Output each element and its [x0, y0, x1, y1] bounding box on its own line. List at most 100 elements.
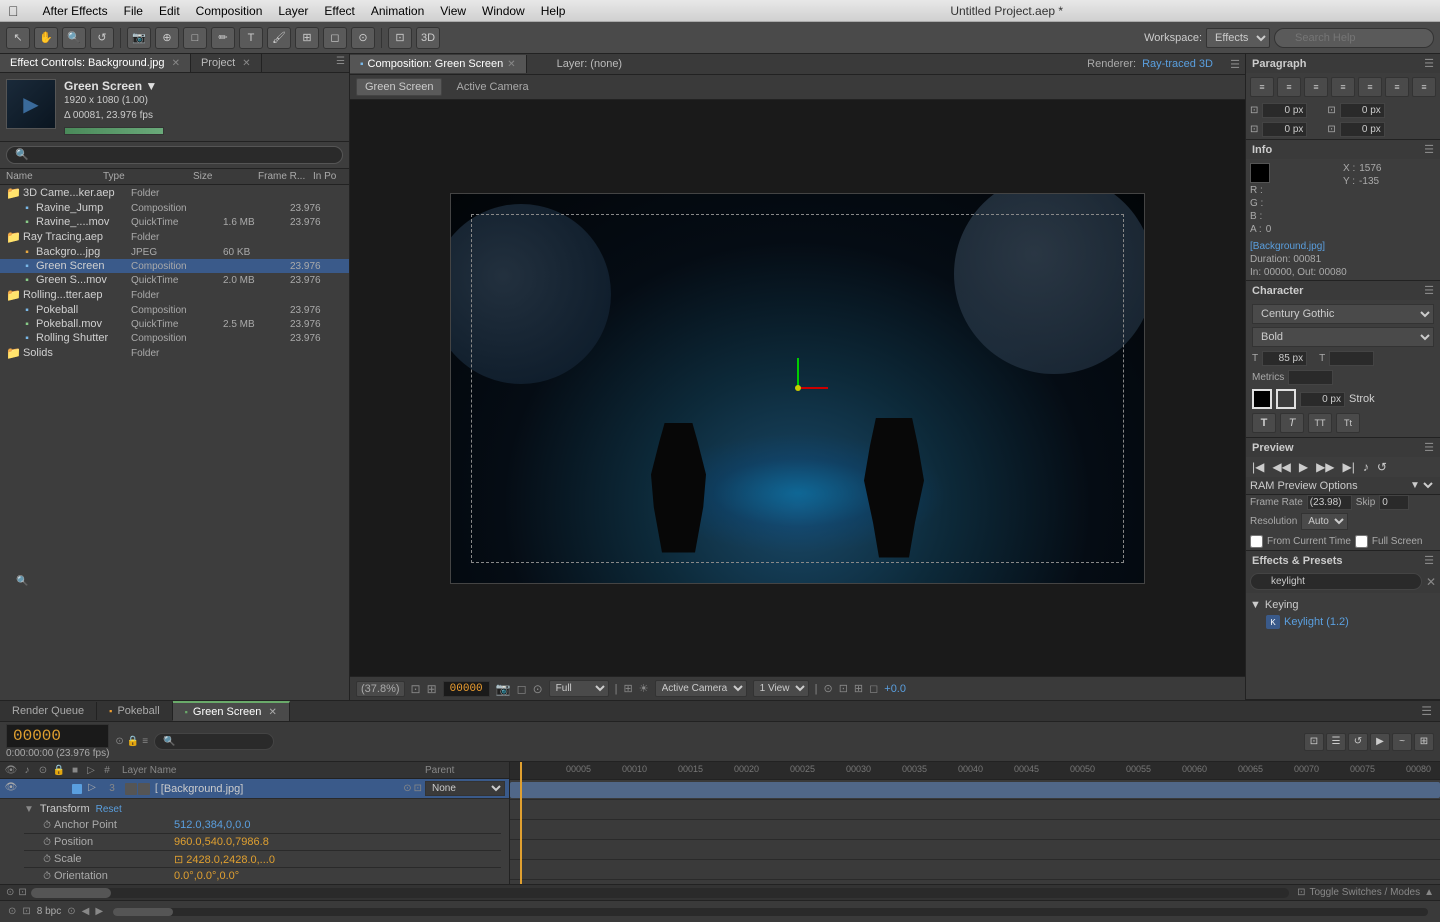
toolbar-pen-tool[interactable]: ✏: [211, 27, 235, 49]
toolbar-snapping-toggle[interactable]: ⊡: [388, 27, 412, 49]
tl-btn-flow[interactable]: ⊞: [1414, 733, 1434, 751]
tl-search-input[interactable]: [154, 733, 274, 750]
tl-icon-color[interactable]: ■: [68, 763, 82, 777]
effect-group-header[interactable]: ▼ Keying: [1250, 597, 1436, 613]
comp-tab-greenscreen[interactable]: ▪ Composition: Green Screen ✕: [350, 55, 527, 73]
layer-tab[interactable]: Layer: (none): [547, 55, 632, 73]
channels-icon[interactable]: ⊞: [624, 682, 633, 695]
indent-left-input[interactable]: [1262, 103, 1307, 118]
toolbar-3d-toggle[interactable]: 3D: [416, 27, 440, 49]
tl-ctrl-lock[interactable]: 🔒: [127, 736, 139, 747]
italic-btn[interactable]: T: [1280, 413, 1304, 433]
comp-panel-menu[interactable]: ☰: [1225, 54, 1245, 74]
file-item[interactable]: ▪ Ravine_Jump Composition 23.976: [0, 201, 349, 215]
tl-btn-draft[interactable]: ☰: [1326, 733, 1346, 751]
layer-icon-2[interactable]: ⊡: [414, 783, 422, 794]
tl-tab-pokeball[interactable]: ▪ Pokeball: [97, 702, 172, 720]
prop-value-scale[interactable]: ⊡ 2428.0,2428.0,...0: [174, 853, 275, 866]
skip-input[interactable]: [1379, 495, 1409, 510]
tl-icon-label[interactable]: ▷: [84, 763, 98, 777]
stroke-width-input[interactable]: [1300, 392, 1345, 407]
tl-scroll-thumb[interactable]: [31, 888, 111, 898]
comp-viewer[interactable]: [350, 100, 1245, 676]
file-item[interactable]: 📁 Rolling...tter.aep Folder: [0, 287, 349, 303]
tl-btn-graph[interactable]: ~: [1392, 733, 1412, 751]
layer-parent-select[interactable]: None: [425, 781, 505, 796]
panel-menu-icon[interactable]: ☰: [332, 54, 349, 72]
prev-fwd-btn[interactable]: ▶▶: [1314, 460, 1336, 474]
file-item[interactable]: ▪ Green Screen Composition 23.976: [0, 259, 349, 273]
paragraph-menu[interactable]: ☰: [1424, 57, 1434, 70]
snap-icon[interactable]: ⊡: [839, 682, 848, 695]
tl-timecode[interactable]: 00000: [6, 724, 109, 748]
smallcaps-btn[interactable]: Tt: [1336, 413, 1360, 433]
status-bpc[interactable]: 8 bpc: [37, 906, 61, 917]
effects-menu[interactable]: ☰: [1424, 554, 1434, 567]
toolbar-puppet-tool[interactable]: ⊙: [351, 27, 375, 49]
layer-color-swatch[interactable]: [72, 784, 82, 794]
prev-back-btn[interactable]: ◀◀: [1270, 460, 1292, 474]
color-mgmt-icon[interactable]: ⊙: [533, 682, 543, 696]
pos-stopwatch[interactable]: ⏱: [40, 835, 54, 849]
preview-panel-header[interactable]: Preview ☰: [1246, 438, 1440, 457]
layer-row-background[interactable]: 👁 ▷ 3 [ [Background.jpg] ⊙ ⊡ None: [0, 779, 509, 799]
tl-btn-loop[interactable]: ↺: [1348, 733, 1368, 751]
paragraph-panel-header[interactable]: Paragraph ☰: [1246, 54, 1440, 73]
status-icon-3[interactable]: ⊙: [67, 906, 75, 917]
menu-window[interactable]: Window: [482, 4, 525, 18]
indent-right-input[interactable]: [1340, 103, 1385, 118]
tl-bottom-btn-right[interactable]: ⊡: [1297, 887, 1305, 898]
leading-input[interactable]: [1329, 351, 1374, 366]
effects-search-input[interactable]: [1250, 573, 1422, 590]
prop-value-anchor[interactable]: 512.0,384,0,0.0: [174, 819, 250, 831]
orient-stopwatch[interactable]: ⏱: [40, 869, 54, 883]
toolbar-hand-tool[interactable]: ✋: [34, 27, 58, 49]
renderer-value[interactable]: Ray-traced 3D: [1142, 58, 1213, 70]
tl-bottom-icon-mountain[interactable]: ▲: [1424, 887, 1434, 898]
file-item[interactable]: ▪ Backgro...jpg JPEG 60 KB: [0, 245, 349, 259]
tl-tab-greenscreen[interactable]: ▪ Green Screen ✕: [173, 701, 290, 721]
toolbar-text-tool[interactable]: T: [239, 27, 263, 49]
menu-layer[interactable]: Layer: [278, 4, 308, 18]
menu-effect[interactable]: Effect: [324, 4, 354, 18]
status-icon-2[interactable]: ⊡: [22, 906, 30, 917]
toolbar-shape-tool[interactable]: □: [183, 27, 207, 49]
layer-audio-icon[interactable]: [21, 782, 35, 796]
menu-animation[interactable]: Animation: [371, 4, 424, 18]
toolbar-eraser-tool[interactable]: ◻: [323, 27, 347, 49]
layer-eye-icon[interactable]: 👁: [4, 782, 18, 796]
tl-right-panel[interactable]: 0000500010000150002000025000300003500040…: [510, 762, 1440, 884]
metrics-input[interactable]: [1288, 370, 1333, 385]
track-bar-bg[interactable]: [510, 782, 1440, 798]
prev-play-btn[interactable]: ▶: [1297, 460, 1310, 474]
timecode-display[interactable]: 00000: [443, 681, 490, 697]
menu-help[interactable]: Help: [541, 4, 566, 18]
3d-view-icon[interactable]: ⊙: [823, 682, 832, 695]
file-item[interactable]: ▪ Rolling Shutter Composition 23.976: [0, 331, 349, 345]
green-screen-button[interactable]: Green Screen: [356, 78, 442, 96]
layer-expand-icon[interactable]: ▷: [85, 782, 99, 796]
layer-ind-2[interactable]: [138, 783, 150, 795]
tl-icon-eye[interactable]: 👁: [4, 763, 18, 777]
toolbar-pan-tool[interactable]: ⊕: [155, 27, 179, 49]
from-current-checkbox[interactable]: [1250, 535, 1263, 548]
motion-blur-icon[interactable]: ⊞: [854, 682, 863, 695]
layer-lock-icon[interactable]: [55, 782, 69, 796]
project-search-input[interactable]: [6, 146, 343, 164]
status-icon-1[interactable]: ⊙: [8, 906, 16, 917]
file-item[interactable]: 📁 Ray Tracing.aep Folder: [0, 229, 349, 245]
file-item[interactable]: ▪ Green S...mov QuickTime 2.0 MB 23.976: [0, 273, 349, 287]
tab-effect-controls[interactable]: Effect Controls: Background.jpg ✕: [0, 54, 191, 72]
prop-value-orientation[interactable]: 0.0°,0.0°,0.0°: [174, 870, 239, 882]
draft-icon[interactable]: ◻: [869, 682, 878, 695]
toolbar-select-tool[interactable]: ↖: [6, 27, 30, 49]
ram-preview-select[interactable]: ▼: [1406, 479, 1436, 492]
toolbar-zoom-tool[interactable]: 🔍: [62, 27, 86, 49]
grid-icon[interactable]: ⊞: [427, 682, 437, 696]
font-select[interactable]: Century Gothic: [1252, 304, 1434, 324]
file-item[interactable]: 📁 Solids Folder: [0, 345, 349, 361]
effects-panel-header[interactable]: Effects & Presets ☰: [1246, 551, 1440, 570]
layer-icon-1[interactable]: ⊙: [403, 783, 411, 794]
menu-edit[interactable]: Edit: [159, 4, 180, 18]
layer-ind-1[interactable]: [125, 783, 137, 795]
